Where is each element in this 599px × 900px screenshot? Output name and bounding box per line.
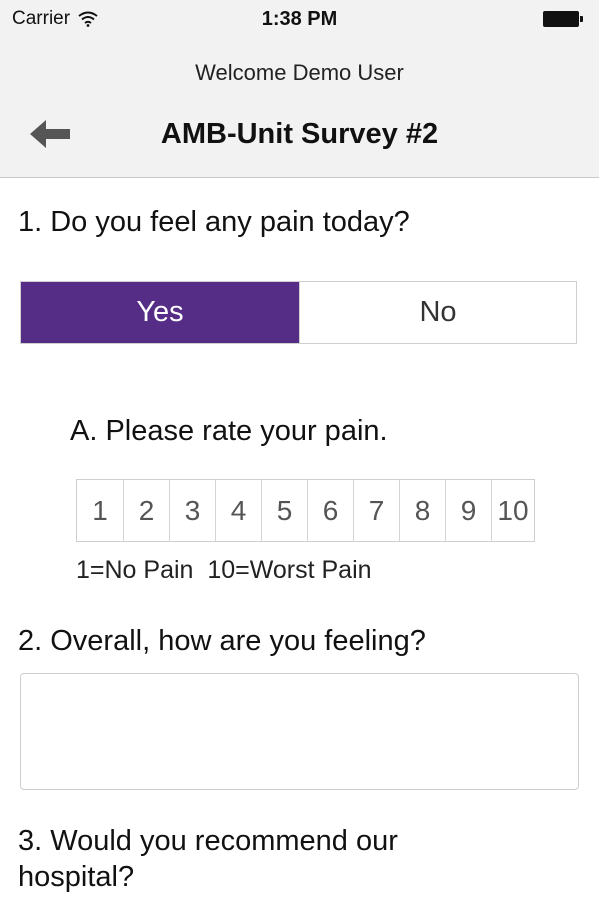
rating-option-7[interactable]: 7 [353, 480, 399, 541]
rating-option-9[interactable]: 9 [445, 480, 491, 541]
no-option[interactable]: No [299, 282, 576, 343]
status-bar: Carrier 1:38 PM [0, 0, 599, 40]
question-1a-text: A. Please rate your pain. [70, 415, 388, 447]
rating-option-10[interactable]: 10 [491, 480, 534, 541]
pain-rating-scale: 1 2 3 4 5 6 7 8 9 10 [76, 479, 535, 542]
question-2-text: 2. Overall, how are you feeling? [18, 625, 426, 657]
rating-option-3[interactable]: 3 [169, 480, 215, 541]
rating-option-1[interactable]: 1 [77, 480, 123, 541]
status-time: 1:38 PM [261, 8, 338, 30]
pain-yes-no-control: Yes No [20, 281, 577, 344]
question-3-line-1: 3. Would you recommend our [18, 825, 398, 857]
rating-option-5[interactable]: 5 [261, 480, 307, 541]
yes-option[interactable]: Yes [21, 282, 299, 343]
feeling-input[interactable] [20, 673, 579, 790]
question-3-text: 3. Would you recommend our hospital? [18, 823, 398, 895]
rating-scale-note: 1=No Pain 10=Worst Pain [76, 556, 372, 584]
rating-option-6[interactable]: 6 [307, 480, 353, 541]
rating-option-2[interactable]: 2 [123, 480, 169, 541]
battery-icon [543, 11, 583, 27]
question-3-line-2: hospital? [18, 861, 135, 893]
page-title: AMB-Unit Survey #2 [160, 118, 439, 150]
question-1-text: 1. Do you feel any pain today? [18, 206, 410, 238]
nav-bar: Welcome Demo User AMB-Unit Survey #2 [0, 40, 599, 178]
welcome-text: Welcome Demo User [195, 60, 404, 85]
rating-option-8[interactable]: 8 [399, 480, 445, 541]
rating-option-4[interactable]: 4 [215, 480, 261, 541]
